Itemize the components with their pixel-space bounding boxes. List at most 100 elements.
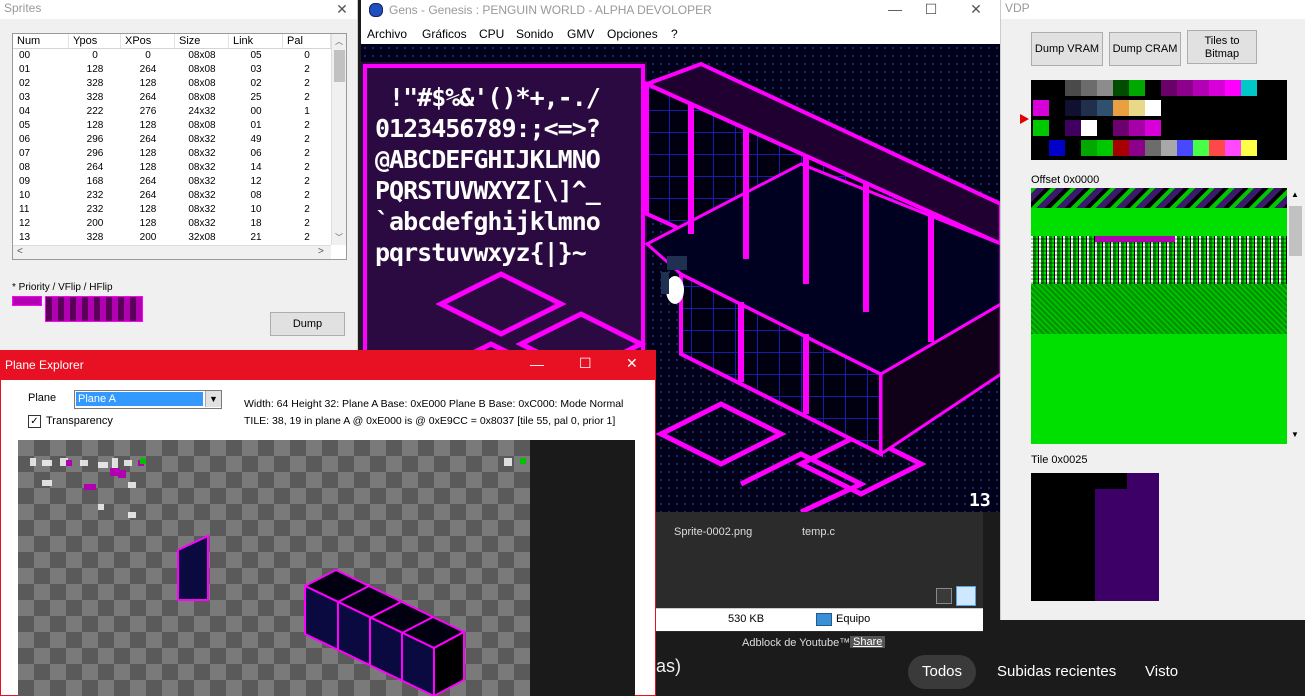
- sprites-close-button[interactable]: ✕: [327, 0, 357, 20]
- dump-sprites-button[interactable]: Dump: [270, 312, 345, 336]
- menu-help[interactable]: ?: [671, 27, 678, 41]
- palette-swatch[interactable]: [1129, 80, 1145, 96]
- palette-swatch[interactable]: [1161, 80, 1177, 96]
- palette-swatch[interactable]: [1177, 140, 1193, 156]
- palette-swatch[interactable]: [1113, 80, 1129, 96]
- palette-swatch[interactable]: [1081, 120, 1097, 136]
- maximize-icon[interactable]: ☐: [579, 355, 592, 372]
- menu-cpu[interactable]: CPU: [479, 27, 504, 41]
- palette-swatch[interactable]: [1033, 140, 1049, 156]
- palette-swatch[interactable]: [1225, 100, 1241, 116]
- palette-swatch[interactable]: [1113, 100, 1129, 116]
- palette-swatch[interactable]: [1145, 120, 1161, 136]
- palette-swatch[interactable]: [1129, 100, 1145, 116]
- table-row[interactable]: 05 128 128 08x08 01 2: [13, 119, 331, 133]
- palette-swatch[interactable]: [1081, 140, 1097, 156]
- palette-swatch[interactable]: [1129, 120, 1145, 136]
- transparency-checkbox[interactable]: ✓: [28, 415, 41, 428]
- palette-swatch[interactable]: [1161, 140, 1177, 156]
- table-row[interactable]: 06 296 264 08x32 49 2: [13, 133, 331, 147]
- palette-swatch[interactable]: [1097, 80, 1113, 96]
- plane-canvas[interactable]: [18, 440, 635, 696]
- palette-swatch[interactable]: [1033, 100, 1049, 116]
- computer-label[interactable]: Equipo: [836, 613, 870, 625]
- tab-subidas[interactable]: Subidas recientes: [997, 663, 1116, 680]
- palette-swatch[interactable]: [1225, 80, 1241, 96]
- scroll-left-icon[interactable]: <: [17, 246, 23, 257]
- minimize-icon[interactable]: —: [530, 356, 544, 372]
- table-row[interactable]: 03 328 264 08x08 25 2: [13, 91, 331, 105]
- palette-swatch[interactable]: [1145, 100, 1161, 116]
- palette-swatch[interactable]: [1033, 80, 1049, 96]
- palette-swatch[interactable]: [1177, 100, 1193, 116]
- palette-swatch[interactable]: [1177, 80, 1193, 96]
- tab-visto[interactable]: Visto: [1145, 663, 1178, 680]
- file-temp[interactable]: temp.c: [802, 526, 835, 538]
- sprites-table[interactable]: Num Ypos XPos Size Link Pal 00 0 0 08x08 05 0…: [12, 33, 347, 260]
- plane-select[interactable]: Plane A ▼: [74, 390, 222, 409]
- palette-swatch[interactable]: [1129, 140, 1145, 156]
- vram-scroll-thumb[interactable]: [1289, 206, 1302, 256]
- palette-swatch[interactable]: [1209, 120, 1225, 136]
- palette-swatch[interactable]: [1081, 80, 1097, 96]
- menu-opciones[interactable]: Opciones: [607, 27, 658, 41]
- table-row[interactable]: 12 200 128 08x32 18 2: [13, 217, 331, 231]
- palette-swatch[interactable]: [1065, 100, 1081, 116]
- table-row[interactable]: 07 296 128 08x32 06 2: [13, 147, 331, 161]
- palette-swatch[interactable]: [1081, 100, 1097, 116]
- details-view-icon[interactable]: [956, 586, 976, 606]
- menu-gmv[interactable]: GMV: [567, 27, 594, 41]
- palette-swatch[interactable]: [1225, 140, 1241, 156]
- palette-swatch[interactable]: [1193, 100, 1209, 116]
- palette-swatch[interactable]: [1209, 100, 1225, 116]
- scroll-right-icon[interactable]: >: [318, 246, 324, 257]
- table-row[interactable]: 01 128 264 08x08 03 2: [13, 63, 331, 77]
- vram-scroll-down-icon[interactable]: ▼: [1291, 430, 1299, 439]
- palette-swatch[interactable]: [1209, 80, 1225, 96]
- cram-palette[interactable]: [1031, 80, 1287, 160]
- table-row[interactable]: 13 328 200 32x08 21 2: [13, 231, 331, 245]
- share-button[interactable]: Share: [850, 636, 886, 648]
- vram-view[interactable]: [1031, 188, 1287, 444]
- col-num[interactable]: Num: [13, 34, 69, 48]
- palette-swatch[interactable]: [1097, 120, 1113, 136]
- col-xpos[interactable]: XPos: [121, 34, 175, 48]
- table-hscrollbar[interactable]: < >: [13, 245, 331, 259]
- table-row[interactable]: 04 222 276 24x32 00 1: [13, 105, 331, 119]
- scroll-thumb[interactable]: [334, 50, 345, 82]
- palette-swatch[interactable]: [1241, 100, 1257, 116]
- list-view-icon[interactable]: [936, 588, 952, 604]
- palette-swatch[interactable]: [1161, 100, 1177, 116]
- close-icon[interactable]: ✕: [626, 355, 638, 372]
- scroll-up-icon[interactable]: ︿: [335, 36, 343, 47]
- menu-archivo[interactable]: Archivo: [367, 27, 407, 41]
- palette-swatch[interactable]: [1145, 80, 1161, 96]
- palette-swatch[interactable]: [1241, 80, 1257, 96]
- palette-swatch[interactable]: [1241, 140, 1257, 156]
- palette-swatch[interactable]: [1065, 140, 1081, 156]
- emulator-minimize-button[interactable]: —: [880, 0, 910, 20]
- tab-todos[interactable]: Todos: [908, 655, 976, 689]
- palette-swatch[interactable]: [1113, 120, 1129, 136]
- palette-swatch[interactable]: [1193, 140, 1209, 156]
- col-size[interactable]: Size: [175, 34, 229, 48]
- table-row[interactable]: 10 232 264 08x32 08 2: [13, 189, 331, 203]
- table-row[interactable]: 00 0 0 08x08 05 0: [13, 49, 331, 63]
- palette-swatch[interactable]: [1241, 120, 1257, 136]
- table-row[interactable]: 02 328 128 08x08 02 2: [13, 77, 331, 91]
- file-sprite[interactable]: Sprite-0002.png: [674, 526, 752, 538]
- menu-sonido[interactable]: Sonido: [516, 27, 553, 41]
- col-pal[interactable]: Pal: [283, 34, 331, 48]
- palette-swatch[interactable]: [1177, 120, 1193, 136]
- emulator-maximize-button[interactable]: ☐: [916, 0, 946, 20]
- palette-swatch[interactable]: [1097, 100, 1113, 116]
- menu-graficos[interactable]: Gráficos: [422, 27, 467, 41]
- vram-scroll-up-icon[interactable]: ▲: [1291, 190, 1299, 199]
- palette-swatch[interactable]: [1097, 140, 1113, 156]
- palette-swatch[interactable]: [1033, 120, 1049, 136]
- table-vscrollbar[interactable]: ︿ ﹀: [331, 34, 346, 245]
- chevron-down-icon[interactable]: ▼: [205, 391, 221, 407]
- dump-cram-button[interactable]: Dump CRAM: [1109, 32, 1181, 66]
- palette-swatch[interactable]: [1049, 120, 1065, 136]
- palette-swatch[interactable]: [1225, 120, 1241, 136]
